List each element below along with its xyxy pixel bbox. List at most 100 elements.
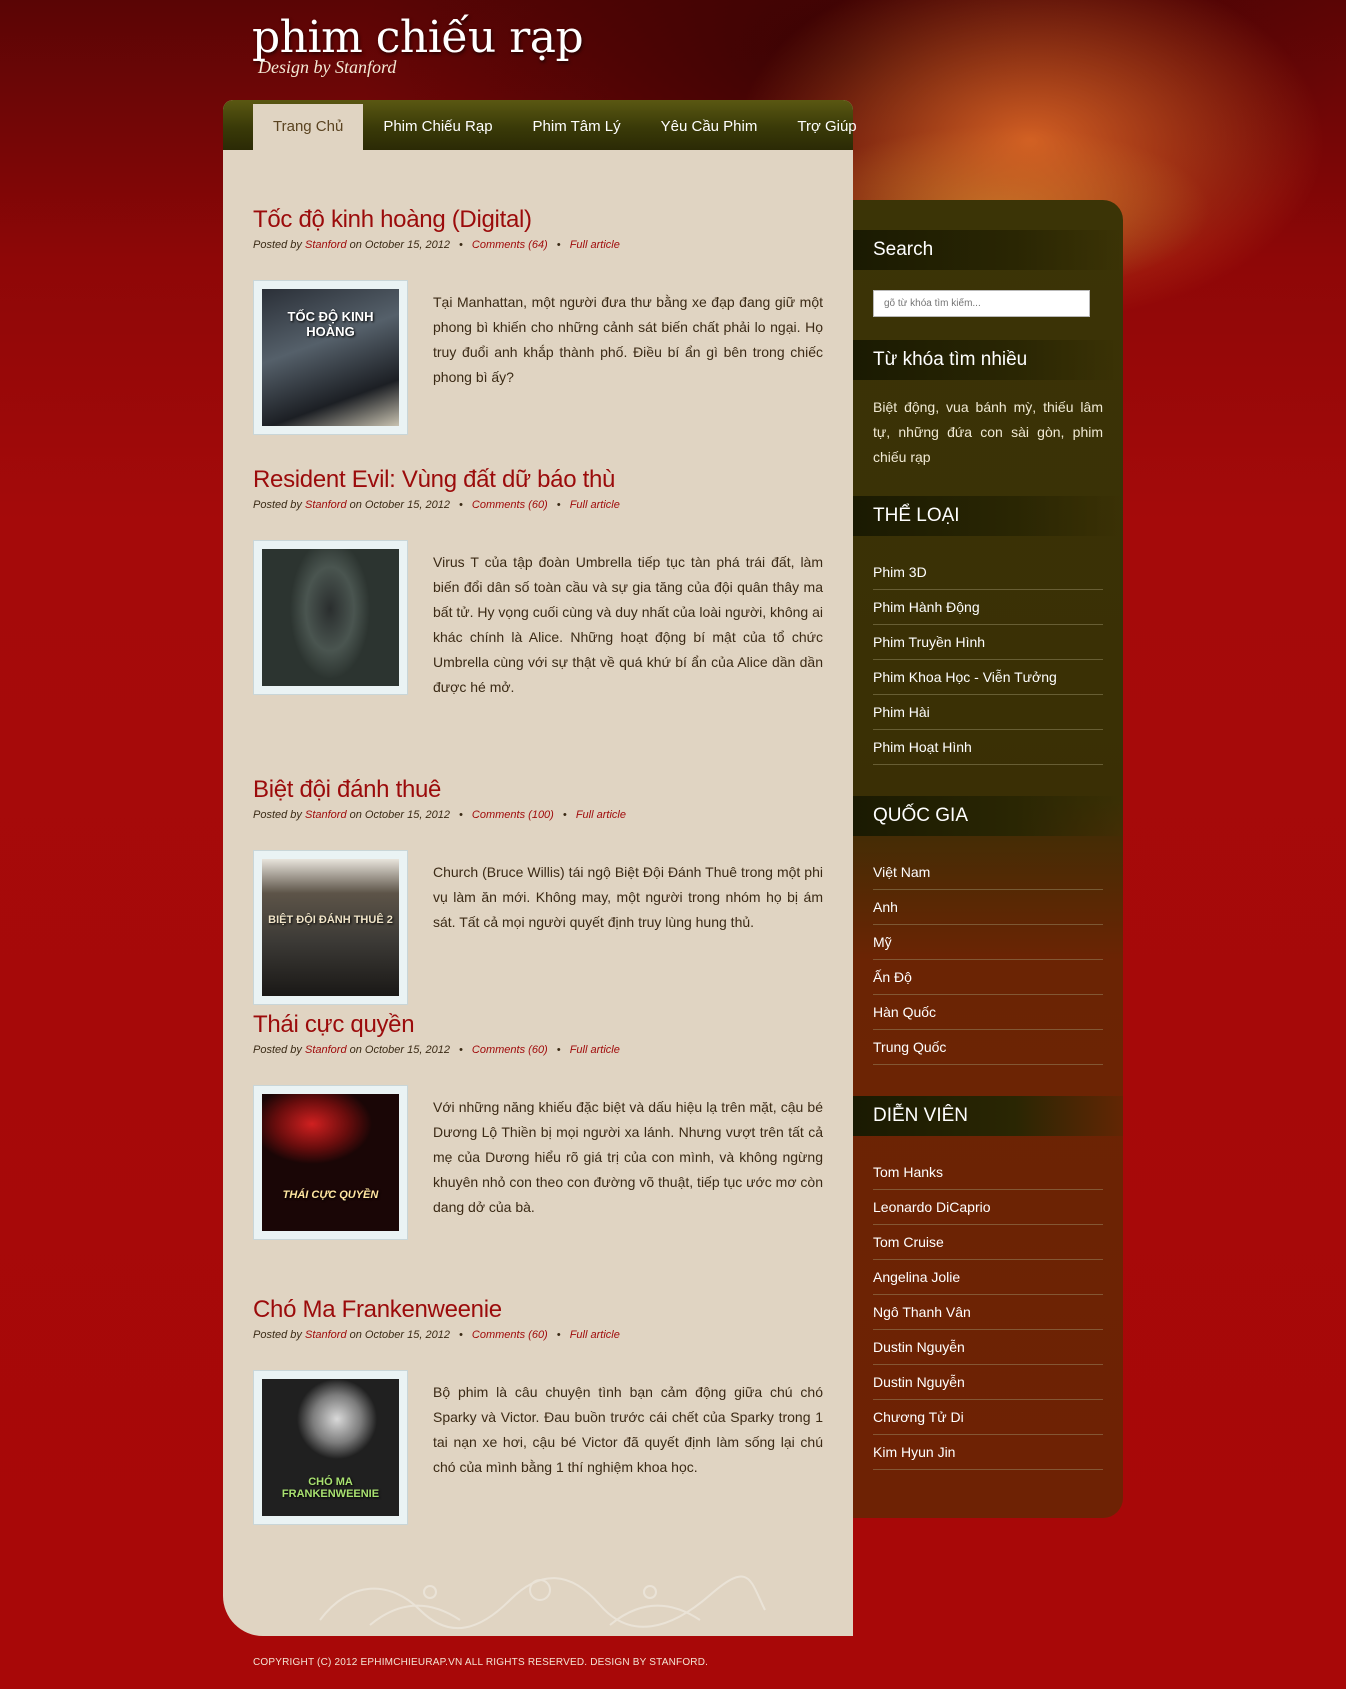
post-thumbnail[interactable] [253, 540, 408, 695]
post-excerpt: Bộ phim là câu chuyện tình bạn cảm động … [433, 1384, 823, 1475]
post-title[interactable]: Biệt đội đánh thuê [253, 775, 823, 805]
countries-heading: QUỐC GIA [853, 796, 1123, 836]
comments-link[interactable]: Comments (100) [472, 809, 554, 821]
post-title[interactable]: Chó Ma Frankenweenie [253, 1295, 823, 1325]
country-item[interactable]: Mỹ [873, 925, 1103, 960]
post-date: on October 15, 2012 [349, 809, 450, 821]
post-thumbnail[interactable]: CHÓ MA FRANKENWEENIE [253, 1370, 408, 1525]
post-thumbnail[interactable]: TỐC ĐỘ KINH HOÀNG [253, 280, 408, 435]
poster-caption: BIỆT ĐỘI ĐÁNH THUÊ 2 [268, 914, 393, 926]
post-date: on October 15, 2012 [349, 1044, 450, 1056]
post-thumbnail[interactable]: BIỆT ĐỘI ĐÁNH THUÊ 2 [253, 850, 408, 1005]
comments-link[interactable]: Comments (60) [472, 499, 548, 511]
country-item[interactable]: Trung Quốc [873, 1030, 1103, 1065]
poster-caption: THÁI CỰC QUYỀN [282, 1189, 379, 1201]
post: Resident Evil: Vùng đất dữ báo thù Poste… [253, 465, 823, 695]
poster-image: TỐC ĐỘ KINH HOÀNG [262, 289, 399, 426]
post-title[interactable]: Resident Evil: Vùng đất dữ báo thù [253, 465, 823, 495]
sidebar: Search Từ khóa tìm nhiều Biệt động, vua … [853, 200, 1123, 1518]
post: Tốc độ kinh hoàng (Digital) Posted by St… [253, 205, 823, 435]
full-article-link[interactable]: Full article [576, 809, 626, 821]
posted-by-label: Posted by [253, 239, 302, 251]
post-meta: Posted by Stanford on October 15, 2012 •… [253, 499, 823, 511]
post-meta: Posted by Stanford on October 15, 2012 •… [253, 1044, 823, 1056]
actor-item[interactable]: Dustin Nguyễn [873, 1330, 1103, 1365]
full-article-link[interactable]: Full article [570, 239, 620, 251]
comments-link[interactable]: Comments (64) [472, 239, 548, 251]
poster-image: CHÓ MA FRANKENWEENIE [262, 1379, 399, 1516]
post-meta: Posted by Stanford on October 15, 2012 •… [253, 809, 823, 821]
comments-link[interactable]: Comments (60) [472, 1329, 548, 1341]
meta-separator: • [459, 1329, 463, 1341]
poster-image [262, 549, 399, 686]
genre-item[interactable]: Phim Hành Động [873, 590, 1103, 625]
author-link[interactable]: Stanford [305, 239, 347, 251]
full-article-link[interactable]: Full article [570, 1329, 620, 1341]
actor-item[interactable]: Angelina Jolie [873, 1260, 1103, 1295]
popular-keywords-heading: Từ khóa tìm nhiều [853, 340, 1123, 380]
country-item[interactable]: Việt Nam [873, 855, 1103, 890]
actor-item[interactable]: Kim Hyun Jin [873, 1435, 1103, 1470]
post-meta: Posted by Stanford on October 15, 2012 •… [253, 1329, 823, 1341]
genre-item[interactable]: Phim Khoa Học - Viễn Tưởng [873, 660, 1103, 695]
country-item[interactable]: Hàn Quốc [873, 995, 1103, 1030]
popular-keywords-text[interactable]: Biệt động, vua bánh mỳ, thiếu lâm tự, nh… [873, 395, 1103, 470]
post-excerpt: Với những năng khiếu đặc biệt và dấu hiệ… [433, 1099, 823, 1215]
country-item[interactable]: Anh [873, 890, 1103, 925]
nav-item-cinema[interactable]: Phim Chiếu Rạp [363, 100, 512, 150]
site-header: phim chiếu rạp Design by Stanford [252, 12, 584, 78]
full-article-link[interactable]: Full article [570, 1044, 620, 1056]
site-title[interactable]: phim chiếu rạp [252, 12, 584, 63]
posted-by-label: Posted by [253, 1044, 302, 1056]
post-excerpt: Virus T của tập đoàn Umbrella tiếp tục t… [433, 554, 823, 695]
actor-item[interactable]: Tom Hanks [873, 1155, 1103, 1190]
author-link[interactable]: Stanford [305, 1329, 347, 1341]
post-title[interactable]: Thái cực quyền [253, 1010, 823, 1040]
author-link[interactable]: Stanford [305, 809, 347, 821]
actor-item[interactable]: Dustin Nguyễn [873, 1365, 1103, 1400]
poster-image: THÁI CỰC QUYỀN [262, 1094, 399, 1231]
country-item[interactable]: Ấn Độ [873, 960, 1103, 995]
actor-item[interactable]: Ngô Thanh Vân [873, 1295, 1103, 1330]
genre-item[interactable]: Phim Hoạt Hình [873, 730, 1103, 765]
footer-copyright: COPYRIGHT (C) 2012 EPHIMCHIEURAP.VN ALL … [253, 1657, 709, 1668]
search-input[interactable] [873, 290, 1090, 317]
meta-separator: • [459, 809, 463, 821]
meta-separator: • [562, 809, 567, 821]
author-link[interactable]: Stanford [305, 499, 347, 511]
poster-caption: CHÓ MA FRANKENWEENIE [281, 1476, 380, 1500]
genre-item[interactable]: Phim 3D [873, 555, 1103, 590]
countries-list: Việt Nam Anh Mỹ Ấn Độ Hàn Quốc Trung Quố… [873, 855, 1103, 1065]
meta-separator: • [556, 499, 561, 511]
genre-item[interactable]: Phim Hài [873, 695, 1103, 730]
nav-item-drama[interactable]: Phim Tâm Lý [513, 100, 641, 150]
author-link[interactable]: Stanford [305, 1044, 347, 1056]
meta-separator: • [556, 1044, 561, 1056]
post-excerpt: Church (Bruce Willis) tái ngộ Biệt Đội Đ… [433, 864, 823, 930]
genre-item[interactable]: Phim Truyền Hình [873, 625, 1103, 660]
post: Thái cực quyền Posted by Stanford on Oct… [253, 1010, 823, 1240]
meta-separator: • [556, 239, 561, 251]
nav-item-request[interactable]: Yêu Cầu Phim [641, 100, 778, 150]
post-date: on October 15, 2012 [349, 239, 450, 251]
nav-item-help[interactable]: Trợ Giúp [777, 100, 876, 150]
meta-separator: • [459, 239, 463, 251]
genres-heading: THỂ LOẠI [853, 496, 1123, 536]
post-thumbnail[interactable]: THÁI CỰC QUYỀN [253, 1085, 408, 1240]
post-meta: Posted by Stanford on October 15, 2012 •… [253, 239, 823, 251]
poster-image: BIỆT ĐỘI ĐÁNH THUÊ 2 [262, 859, 399, 996]
actors-heading: DIỄN VIÊN [853, 1096, 1123, 1136]
post-excerpt: Tại Manhattan, một người đưa thư bằng xe… [433, 294, 823, 385]
full-article-link[interactable]: Full article [570, 499, 620, 511]
post-date: on October 15, 2012 [349, 499, 450, 511]
actor-item[interactable]: Leonardo DiCaprio [873, 1190, 1103, 1225]
actor-item[interactable]: Chương Tử Di [873, 1400, 1103, 1435]
poster-caption: TỐC ĐỘ KINH HOÀNG [287, 309, 374, 339]
post-title[interactable]: Tốc độ kinh hoàng (Digital) [253, 205, 823, 235]
nav-item-home[interactable]: Trang Chủ [253, 104, 364, 150]
posted-by-label: Posted by [253, 1329, 302, 1341]
main-nav: Trang Chủ Phim Chiếu Rạp Phim Tâm Lý Yêu… [223, 100, 857, 150]
comments-link[interactable]: Comments (60) [472, 1044, 548, 1056]
post: Biệt đội đánh thuê Posted by Stanford on… [253, 775, 823, 1005]
actor-item[interactable]: Tom Cruise [873, 1225, 1103, 1260]
